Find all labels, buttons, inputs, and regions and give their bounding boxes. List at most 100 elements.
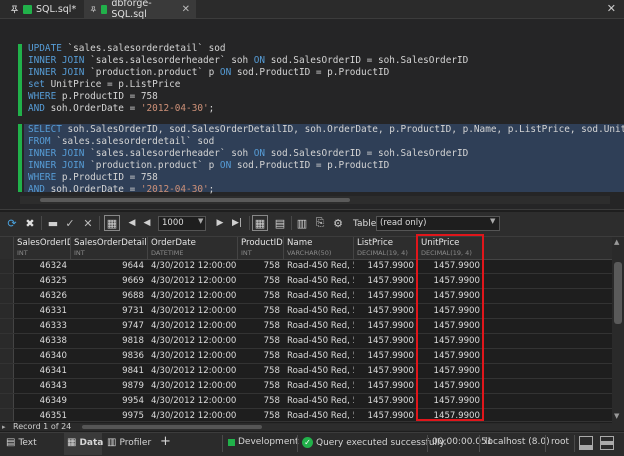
- table-row[interactable]: 4634098364/30/2012 12:00:00 AM758Road-45…: [0, 349, 612, 364]
- table-cell[interactable]: 9731: [71, 304, 148, 318]
- add-tab-button[interactable]: +: [160, 434, 171, 449]
- scroll-down-icon[interactable]: ▼: [614, 412, 619, 420]
- table-cell[interactable]: 758: [238, 394, 284, 408]
- table-cell[interactable]: Road-450 Red, 52: [284, 334, 354, 348]
- table-cell[interactable]: 9836: [71, 349, 148, 363]
- table-cell[interactable]: 1457.9900: [354, 319, 418, 333]
- row-selector[interactable]: [0, 409, 14, 421]
- table-cell[interactable]: 4/30/2012 12:00:00 AM: [148, 394, 238, 408]
- table-cell[interactable]: 9669: [71, 274, 148, 288]
- table-cell[interactable]: 758: [238, 349, 284, 363]
- table-cell[interactable]: Road-450 Red, 52: [284, 349, 354, 363]
- row-selector[interactable]: [0, 394, 14, 408]
- profiler-tab[interactable]: ▥ Profiler: [107, 437, 151, 448]
- close-tab-icon[interactable]: ✕: [182, 4, 190, 15]
- table-row[interactable]: 4633898184/30/2012 12:00:00 AM758Road-45…: [0, 334, 612, 349]
- column-header[interactable]: SalesOrderDetailID INT: [71, 237, 148, 259]
- column-header[interactable]: OrderDate DATETIME: [148, 237, 238, 259]
- table-row[interactable]: 4634999544/30/2012 12:00:00 AM758Road-45…: [0, 394, 612, 409]
- table-cell[interactable]: 758: [238, 379, 284, 393]
- table-cell[interactable]: 46343: [14, 379, 71, 393]
- table-cell[interactable]: Road-450 Red, 52: [284, 364, 354, 378]
- columns-icon[interactable]: ▥: [294, 215, 310, 231]
- table-cell[interactable]: 1457.9900: [354, 394, 418, 408]
- table-cell[interactable]: Road-450 Red, 52: [284, 274, 354, 288]
- export-icon[interactable]: ⎘: [312, 215, 328, 231]
- table-cell[interactable]: 1457.9900: [354, 349, 418, 363]
- pin-icon[interactable]: [10, 4, 19, 14]
- tab-sql[interactable]: SQL.sql*: [4, 0, 82, 18]
- row-selector[interactable]: [0, 334, 14, 348]
- chevron-down-icon[interactable]: ▼: [198, 217, 203, 225]
- table-cell[interactable]: 46338: [14, 334, 71, 348]
- chevron-down-icon[interactable]: ▼: [490, 217, 495, 225]
- column-header[interactable]: SalesOrderID INT: [14, 237, 71, 259]
- last-page-icon[interactable]: ▶|: [229, 215, 245, 231]
- table-row[interactable]: 4634198414/30/2012 12:00:00 AM758Road-45…: [0, 364, 612, 379]
- row-selector[interactable]: [0, 364, 14, 378]
- table-cell[interactable]: 46333: [14, 319, 71, 333]
- table-cell[interactable]: 9841: [71, 364, 148, 378]
- table-row[interactable]: 4632696884/30/2012 12:00:00 AM758Road-45…: [0, 289, 612, 304]
- row-selector[interactable]: [0, 349, 14, 363]
- table-cell[interactable]: Road-450 Red, 52: [284, 289, 354, 303]
- table-view-icon[interactable]: ▦: [252, 215, 268, 231]
- table-cell[interactable]: 1457.9900: [354, 364, 418, 378]
- scrollbar-thumb[interactable]: [82, 425, 262, 429]
- pin-icon[interactable]: [90, 5, 97, 14]
- table-cell[interactable]: 4/30/2012 12:00:00 AM: [148, 409, 238, 421]
- table-cell[interactable]: 46341: [14, 364, 71, 378]
- close-icon[interactable]: ✕: [607, 2, 616, 15]
- row-selector[interactable]: [0, 274, 14, 288]
- apply-changes-icon[interactable]: ✓: [62, 215, 78, 231]
- table-cell[interactable]: 9688: [71, 289, 148, 303]
- table-row[interactable]: 4632496444/30/2012 12:00:00 AM758Road-45…: [0, 259, 612, 274]
- table-cell[interactable]: 758: [238, 274, 284, 288]
- table-cell[interactable]: 4/30/2012 12:00:00 AM: [148, 349, 238, 363]
- table-cell[interactable]: 46351: [14, 409, 71, 421]
- table-cell[interactable]: 758: [238, 319, 284, 333]
- table-cell[interactable]: 1457.9900: [354, 274, 418, 288]
- table-cell[interactable]: 46331: [14, 304, 71, 318]
- table-cell[interactable]: 4/30/2012 12:00:00 AM: [148, 304, 238, 318]
- row-selector[interactable]: [0, 319, 14, 333]
- table-cell[interactable]: 9644: [71, 259, 148, 273]
- data-tab[interactable]: ▦ Data: [67, 437, 103, 448]
- previous-page-icon[interactable]: ◀: [139, 215, 155, 231]
- table-cell[interactable]: 1457.9900: [354, 259, 418, 273]
- table-cell[interactable]: 1457.9900: [354, 379, 418, 393]
- table-cell[interactable]: Road-450 Red, 52: [284, 379, 354, 393]
- table-cell[interactable]: 9818: [71, 334, 148, 348]
- table-row[interactable]: 4635199754/30/2012 12:00:00 AM758Road-45…: [0, 409, 612, 422]
- table-cell[interactable]: 758: [238, 259, 284, 273]
- table-cell[interactable]: 1457.9900: [354, 409, 418, 421]
- table-row[interactable]: 4634398794/30/2012 12:00:00 AM758Road-45…: [0, 379, 612, 394]
- first-page-icon[interactable]: ◀: [124, 215, 140, 231]
- table-cell[interactable]: 4/30/2012 12:00:00 AM: [148, 289, 238, 303]
- save-data-icon[interactable]: ▬: [45, 215, 61, 231]
- table-cell[interactable]: Road-450 Red, 52: [284, 319, 354, 333]
- table-cell[interactable]: 46349: [14, 394, 71, 408]
- table-cell[interactable]: Road-450 Red, 52: [284, 394, 354, 408]
- cancel-changes-icon[interactable]: ✕: [80, 215, 96, 231]
- table-row[interactable]: 4632596694/30/2012 12:00:00 AM758Road-45…: [0, 274, 612, 289]
- table-cell[interactable]: 4/30/2012 12:00:00 AM: [148, 379, 238, 393]
- table-cell[interactable]: 758: [238, 364, 284, 378]
- grid-view-icon[interactable]: ▦: [104, 215, 120, 231]
- stop-icon[interactable]: ✖: [22, 215, 38, 231]
- table-cell[interactable]: Road-450 Red, 52: [284, 259, 354, 273]
- table-cell[interactable]: 9747: [71, 319, 148, 333]
- table-cell[interactable]: 1457.9900: [354, 289, 418, 303]
- panel-layout-icon[interactable]: [600, 436, 614, 450]
- table-cell[interactable]: 9975: [71, 409, 148, 421]
- table-cell[interactable]: 758: [238, 409, 284, 421]
- table-cell[interactable]: 46324: [14, 259, 71, 273]
- scrollbar-thumb[interactable]: [40, 198, 350, 202]
- table-cell[interactable]: 1457.9900: [354, 304, 418, 318]
- table-mode-select[interactable]: (read only): [376, 216, 500, 231]
- row-selector[interactable]: [0, 304, 14, 318]
- table-cell[interactable]: 4/30/2012 12:00:00 AM: [148, 334, 238, 348]
- table-cell[interactable]: 4/30/2012 12:00:00 AM: [148, 274, 238, 288]
- panel-layout-icon[interactable]: [579, 436, 593, 450]
- table-row[interactable]: 4633197314/30/2012 12:00:00 AM758Road-45…: [0, 304, 612, 319]
